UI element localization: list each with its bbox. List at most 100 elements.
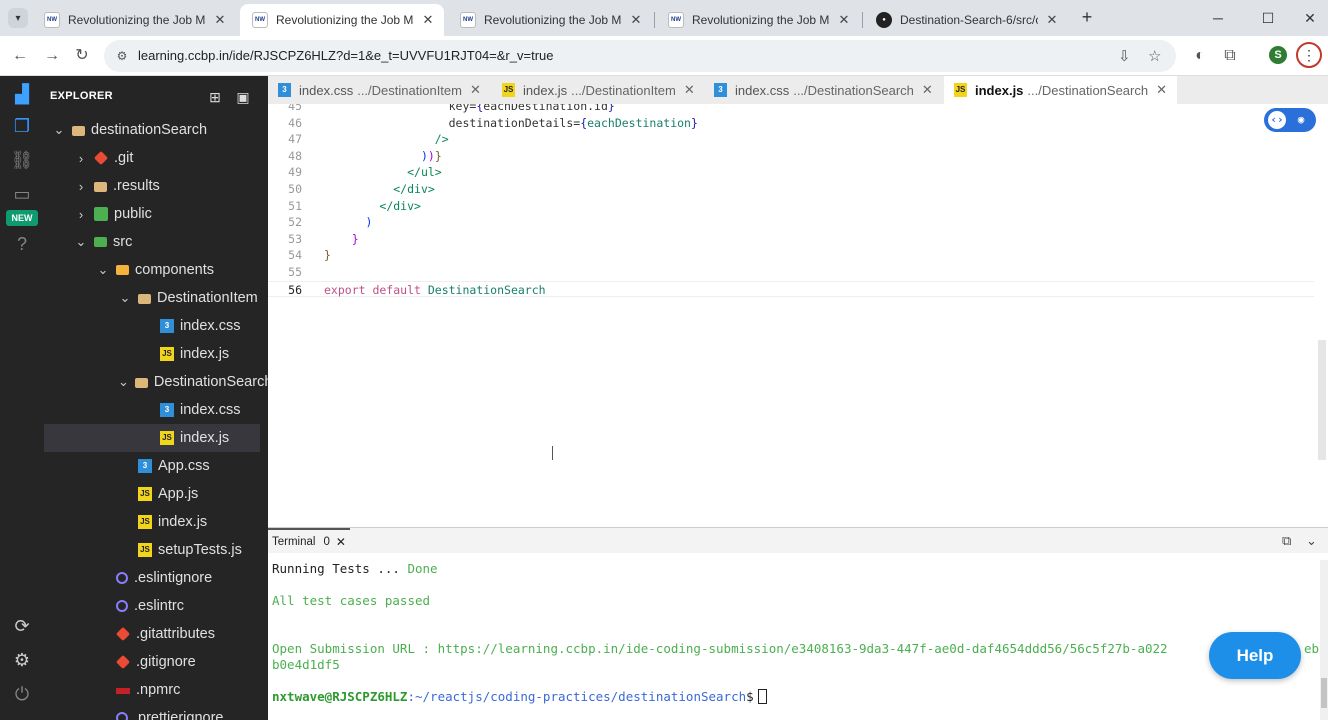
close-tab-icon[interactable]: ✕ bbox=[212, 12, 228, 28]
code-view-icon[interactable]: ‹› bbox=[1268, 111, 1286, 129]
browser-tab[interactable]: NW Revolutionizing the Job Market ✕ bbox=[448, 4, 652, 36]
submission-url-line1[interactable]: Open Submission URL : https://learning.c… bbox=[272, 641, 1168, 657]
close-terminal-icon[interactable]: ✕ bbox=[336, 535, 346, 549]
browser-tab[interactable]: NW Revolutionizing the Job Market ✕ bbox=[32, 4, 236, 36]
settings-gear-icon[interactable]: ⚙ bbox=[10, 648, 34, 672]
forward-icon[interactable]: → bbox=[40, 44, 64, 68]
browser-tab[interactable]: ● Destination-Search-6/src/comp ✕ bbox=[864, 4, 1068, 36]
collapse-panel-icon[interactable]: ⌄ bbox=[1306, 533, 1317, 549]
split-terminal-icon[interactable]: ⧉ bbox=[1282, 533, 1291, 549]
tree-item[interactable]: .eslintignore bbox=[44, 564, 260, 592]
browser-tab[interactable]: NW Revolutionizing the Job Market ✕ bbox=[656, 4, 860, 36]
tree-item[interactable]: 3 App.css bbox=[44, 452, 260, 480]
new-folder-icon[interactable]: ▣ bbox=[234, 88, 252, 106]
chevron-right-icon[interactable]: › bbox=[74, 207, 88, 222]
tree-item[interactable]: JS index.js bbox=[44, 508, 260, 536]
terminal-scrollbar[interactable] bbox=[1320, 560, 1328, 720]
profile-avatar[interactable]: S bbox=[1269, 46, 1287, 64]
tree-item[interactable]: .gitattributes bbox=[44, 620, 260, 648]
code-line[interactable]: 47 /> bbox=[268, 131, 1314, 148]
tree-item[interactable]: › .git bbox=[44, 144, 260, 172]
editor-tab[interactable]: JS index.js .../DestinationItem ✕ bbox=[492, 76, 705, 104]
tree-item[interactable]: 3 index.css bbox=[44, 396, 260, 424]
preview-toggle[interactable]: ‹› ◉ bbox=[1264, 108, 1316, 132]
extensions-puzzle-icon[interactable]: ⧉ bbox=[1218, 44, 1242, 68]
code-line[interactable]: 51 </div> bbox=[268, 198, 1314, 215]
close-tab-icon[interactable]: ✕ bbox=[1044, 12, 1060, 28]
bookmark-star-icon[interactable]: ☆ bbox=[1148, 47, 1161, 65]
tree-item[interactable]: JS setupTests.js bbox=[44, 536, 260, 564]
sync-icon[interactable]: ⟳ bbox=[10, 614, 34, 638]
close-editor-tab-icon[interactable]: ✕ bbox=[1156, 82, 1167, 98]
code-line[interactable]: 55 bbox=[268, 264, 1314, 281]
tree-item[interactable]: JS App.js bbox=[44, 480, 260, 508]
tree-item[interactable]: .npmrc bbox=[44, 676, 260, 704]
link-icon[interactable]: ⛓ bbox=[10, 148, 34, 172]
code-line[interactable]: 46 destinationDetails={eachDestination} bbox=[268, 115, 1314, 132]
submission-url-line2[interactable]: b0e4d1df5 bbox=[272, 657, 340, 673]
code-line[interactable]: 45 key={eachDestination.id} bbox=[268, 104, 1314, 115]
code-line[interactable]: 54} bbox=[268, 247, 1314, 264]
power-icon[interactable]: ⏻ bbox=[10, 682, 34, 706]
close-editor-tab-icon[interactable]: ✕ bbox=[684, 82, 695, 98]
chevron-right-icon[interactable]: › bbox=[74, 151, 88, 166]
editor-tab[interactable]: 3 index.css .../DestinationSearch ✕ bbox=[704, 76, 943, 104]
terminal-tab[interactable]: Terminal 0 ✕ bbox=[268, 528, 350, 554]
code-line[interactable]: 48 ))} bbox=[268, 148, 1314, 165]
close-tab-icon[interactable]: ✕ bbox=[628, 12, 644, 28]
reload-icon[interactable]: ↻ bbox=[70, 44, 94, 68]
explorer-files-icon[interactable]: ❐ bbox=[10, 114, 34, 138]
install-app-icon[interactable]: ⇩ bbox=[1118, 47, 1131, 65]
code-line[interactable]: 56 export default DestinationSearch bbox=[268, 280, 1314, 298]
tree-item[interactable]: .eslintrc bbox=[44, 592, 260, 620]
tree-item[interactable]: JS index.js bbox=[44, 340, 260, 368]
tree-item[interactable]: › .results bbox=[44, 172, 260, 200]
browser-tab[interactable]: NW Revolutionizing the Job Market ✕ bbox=[240, 4, 444, 36]
new-tab-icon[interactable]: + bbox=[1077, 8, 1097, 28]
maximize-icon[interactable]: ☐ bbox=[1250, 6, 1286, 30]
tree-item[interactable]: ⌄ DestinationSearch bbox=[44, 368, 268, 396]
tree-item[interactable]: .gitignore bbox=[44, 648, 260, 676]
tree-item[interactable]: .prettierignore bbox=[44, 704, 260, 720]
code-line[interactable]: 52 ) bbox=[268, 214, 1314, 231]
close-tab-icon[interactable]: ✕ bbox=[420, 12, 436, 28]
url-text[interactable]: learning.ccbp.in/ide/RJSCPZ6HLZ?d=1&e_t=… bbox=[138, 48, 554, 63]
eye-preview-icon[interactable]: ◉ bbox=[1292, 111, 1310, 129]
close-editor-tab-icon[interactable]: ✕ bbox=[922, 82, 933, 98]
tree-item[interactable]: ⌄ components bbox=[44, 256, 260, 284]
terminal-scroll-thumb[interactable] bbox=[1321, 678, 1327, 708]
submission-url-tail[interactable]: eb bbox=[1304, 641, 1319, 657]
site-info-icon[interactable]: ⚙ bbox=[114, 48, 130, 64]
chevron-down-icon[interactable]: ⌄ bbox=[118, 290, 132, 306]
code-line[interactable]: 49 </ul> bbox=[268, 164, 1314, 181]
tree-item[interactable]: ⌄ DestinationItem bbox=[44, 284, 260, 312]
tree-item[interactable]: JS index.js bbox=[44, 424, 260, 452]
chevron-down-icon[interactable]: ⌄ bbox=[118, 374, 129, 390]
browser-menu-icon[interactable]: ⋮ bbox=[1296, 42, 1322, 68]
close-window-icon[interactable]: ✕ bbox=[1292, 6, 1328, 30]
address-bar[interactable]: ⚙ learning.ccbp.in/ide/RJSCPZ6HLZ?d=1&e_… bbox=[104, 40, 1176, 72]
chat-icon[interactable]: ▭ bbox=[10, 182, 34, 206]
close-editor-tab-icon[interactable]: ✕ bbox=[470, 82, 481, 98]
chevron-right-icon[interactable]: › bbox=[74, 179, 88, 194]
tree-item[interactable]: ⌄ src bbox=[44, 228, 260, 256]
tree-item[interactable]: 3 index.css bbox=[44, 312, 260, 340]
tree-item[interactable]: › public bbox=[44, 200, 260, 228]
help-question-icon[interactable]: ? bbox=[10, 232, 34, 256]
extension-gemini-icon[interactable]: ◐ bbox=[1188, 44, 1212, 68]
code-line[interactable]: 50 </div> bbox=[268, 181, 1314, 198]
close-tab-icon[interactable]: ✕ bbox=[836, 12, 852, 28]
terminal-output[interactable]: Running Tests ... Done All test cases pa… bbox=[268, 553, 1320, 720]
tree-item[interactable]: ⌄ destinationSearch bbox=[44, 116, 260, 144]
editor-scrollbar[interactable] bbox=[1318, 340, 1326, 460]
help-button[interactable]: Help bbox=[1209, 632, 1301, 679]
new-file-icon[interactable]: ⊞ bbox=[206, 88, 224, 106]
code-line[interactable]: 53 } bbox=[268, 231, 1314, 248]
code-editor[interactable]: 45 key={eachDestination.id} 46 destinatio… bbox=[268, 104, 1318, 524]
chevron-down-icon[interactable]: ⌄ bbox=[96, 262, 110, 278]
back-icon[interactable]: ← bbox=[8, 44, 32, 68]
editor-tab[interactable]: JS index.js .../DestinationSearch ✕ bbox=[944, 76, 1178, 104]
chevron-down-icon[interactable]: ⌄ bbox=[52, 122, 66, 138]
editor-tab[interactable]: 3 index.css .../DestinationItem ✕ bbox=[268, 76, 491, 104]
minimize-icon[interactable]: ─ bbox=[1200, 6, 1236, 30]
